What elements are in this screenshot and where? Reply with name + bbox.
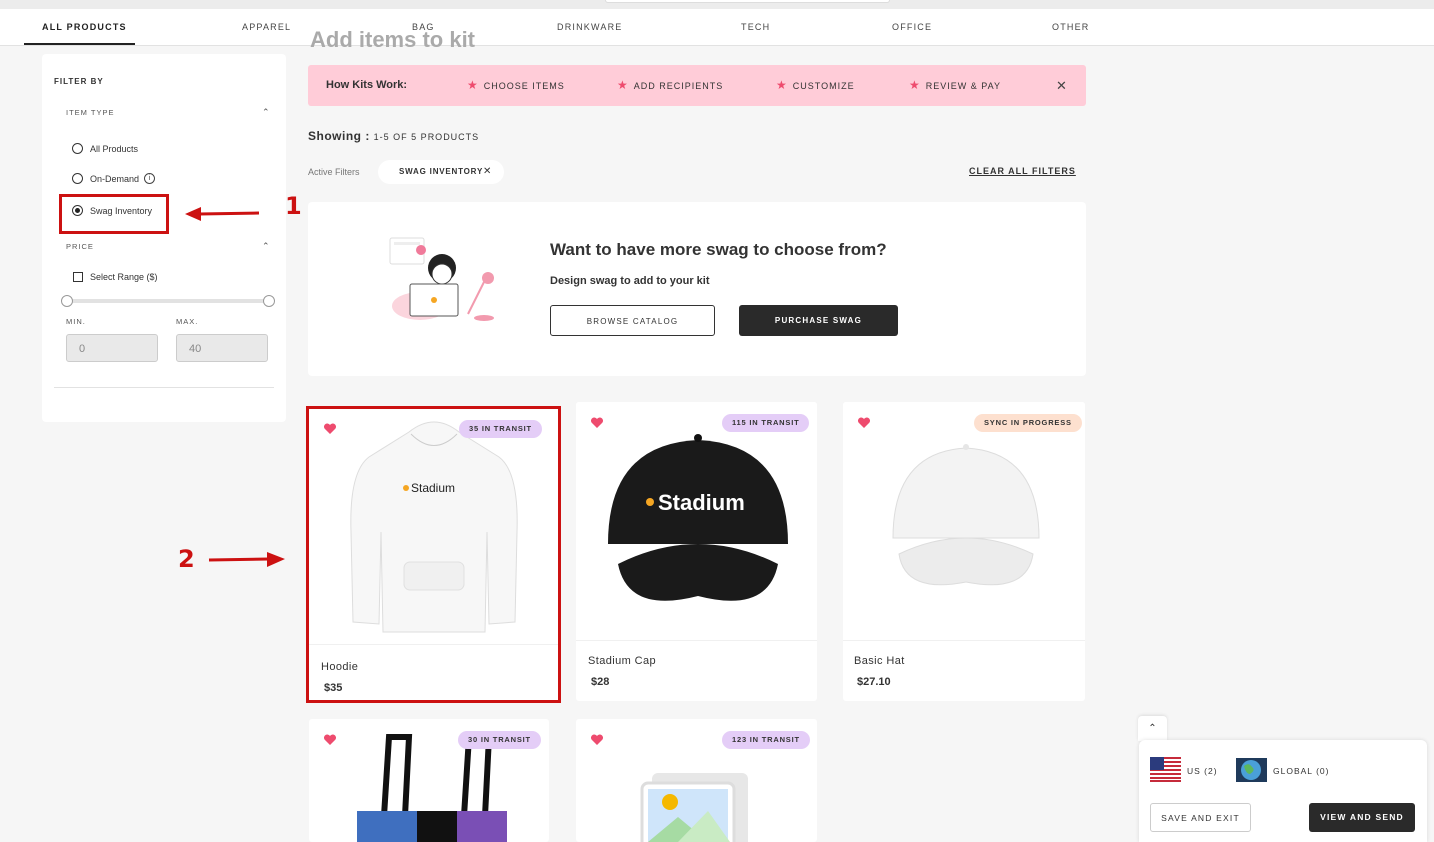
heart-icon[interactable]: [590, 416, 604, 430]
clear-all-filters-link[interactable]: CLEAR ALL FILTERS: [969, 166, 1076, 176]
status-badge: 30 IN TRANSIT: [458, 731, 541, 749]
tab-apparel[interactable]: APPAREL: [242, 9, 291, 45]
product-card-placeholder[interactable]: 123 IN TRANSIT: [576, 719, 817, 842]
select-range-checkbox[interactable]: [73, 272, 83, 282]
cap-image: Stadium: [608, 434, 788, 601]
globe-icon: [1236, 758, 1267, 782]
annotation-arrow-left: [185, 207, 260, 221]
star-icon: ★: [776, 78, 788, 92]
close-icon[interactable]: ✕: [1056, 65, 1067, 106]
price-slider-track[interactable]: [66, 299, 268, 303]
promo-illustration: [389, 237, 494, 321]
status-badge: 115 IN TRANSIT: [722, 414, 810, 432]
how-kits-work-banner: How Kits Work: ★ CHOOSE ITEMS ★ ADD RECIPI…: [308, 65, 1086, 106]
radio-all-products[interactable]: [72, 143, 83, 154]
product-card-tote[interactable]: 30 IN TRANSIT: [309, 719, 549, 842]
info-icon[interactable]: i: [144, 173, 155, 184]
star-icon: ★: [617, 78, 629, 92]
global-recipients-count[interactable]: GLOBAL (0): [1273, 766, 1329, 776]
view-and-send-button[interactable]: VIEW AND SEND: [1309, 803, 1415, 832]
kit-step-review-pay: ★ REVIEW & PAY: [909, 78, 1001, 92]
status-badge: SYNC IN PROGRESS: [974, 414, 1082, 432]
heart-icon[interactable]: [323, 733, 337, 747]
option-all-products-label[interactable]: All Products: [90, 144, 138, 154]
annotation-number-2: 2: [178, 545, 195, 573]
hat-image: [892, 444, 1040, 586]
kit-step-add-recipients: ★ ADD RECIPIENTS: [617, 78, 724, 92]
filter-by-heading: FILTER BY: [54, 77, 104, 86]
kit-step-choose-items: ★ CHOOSE ITEMS: [467, 78, 565, 92]
chevron-up-icon[interactable]: ⌃: [1138, 716, 1167, 741]
radio-on-demand[interactable]: [72, 173, 83, 184]
product-name: Stadium Cap: [588, 655, 656, 667]
max-label: MAX.: [176, 317, 199, 326]
min-label: MIN.: [66, 317, 86, 326]
product-price: $28: [591, 676, 610, 688]
active-filter-chip[interactable]: SWAG INVENTORY ✕: [378, 160, 504, 184]
save-and-exit-button[interactable]: SAVE AND EXIT: [1150, 803, 1251, 832]
annotation-number-1: 1: [285, 192, 302, 220]
active-tab-underline: [24, 43, 135, 45]
promo-title: Want to have more swag to choose from?: [550, 240, 887, 259]
more-swag-promo: Want to have more swag to choose from? D…: [308, 202, 1086, 376]
annotation-arrow-right: [208, 552, 285, 567]
min-price-input[interactable]: 0: [66, 334, 158, 362]
chevron-up-icon[interactable]: ⌃: [262, 107, 270, 118]
sidebar-divider: [54, 387, 274, 388]
image-placeholder-icon: [640, 773, 748, 842]
top-search-edge: [605, 0, 890, 3]
max-price-input[interactable]: 40: [176, 334, 268, 362]
browse-catalog-button[interactable]: BROWSE CATALOG: [550, 305, 715, 336]
star-icon: ★: [467, 78, 479, 92]
us-flag-icon: [1150, 757, 1181, 782]
price-heading[interactable]: PRICE: [66, 242, 94, 251]
product-image: Stadium: [576, 402, 817, 641]
active-filters-label: Active Filters: [308, 167, 360, 177]
tab-other[interactable]: OTHER: [1052, 9, 1090, 45]
cap-logo-text: Stadium: [658, 490, 745, 515]
top-strip: [0, 0, 1434, 9]
remove-filter-icon[interactable]: ✕: [483, 160, 492, 184]
price-slider-max-handle[interactable]: [263, 295, 275, 307]
results-count: Showing : 1-5 OF 5 PRODUCTS: [308, 129, 480, 143]
promo-subtitle: Design swag to add to your kit: [550, 275, 710, 287]
tab-drinkware[interactable]: DRINKWARE: [557, 9, 622, 45]
price-slider-min-handle[interactable]: [61, 295, 73, 307]
annotation-highlight-swag-inventory: [59, 194, 169, 234]
tab-tech[interactable]: TECH: [741, 9, 770, 45]
option-on-demand-label[interactable]: On-Demand: [90, 174, 139, 184]
star-icon: ★: [909, 78, 921, 92]
product-image: [843, 402, 1085, 641]
kit-step-customize: ★ CUSTOMIZE: [776, 78, 855, 92]
heart-icon[interactable]: [857, 416, 871, 430]
how-kits-work-title: How Kits Work:: [326, 79, 408, 91]
tab-office[interactable]: OFFICE: [892, 9, 932, 45]
chevron-up-icon[interactable]: ⌃: [262, 241, 270, 252]
heart-icon[interactable]: [590, 733, 604, 747]
product-name: Basic Hat: [854, 655, 905, 667]
tab-all-products[interactable]: ALL PRODUCTS: [42, 9, 127, 45]
product-card-basic-hat[interactable]: SYNC IN PROGRESS Basic Hat $27.10: [843, 402, 1085, 701]
annotation-highlight-hoodie: [306, 406, 561, 703]
product-card-stadium-cap[interactable]: Stadium 115 IN TRANSIT Stadium Cap $28: [576, 402, 817, 701]
page-title: Add items to kit: [310, 27, 476, 47]
select-range-label[interactable]: Select Range ($): [90, 272, 158, 282]
status-badge: 123 IN TRANSIT: [722, 731, 810, 749]
purchase-swag-button[interactable]: PURCHASE SWAG: [739, 305, 898, 336]
category-tab-bar: ALL PRODUCTS APPAREL BAG DRINKWARE TECH …: [0, 9, 1434, 46]
item-type-heading[interactable]: ITEM TYPE: [66, 108, 114, 117]
us-recipients-count[interactable]: US (2): [1187, 766, 1218, 776]
product-price: $27.10: [857, 676, 891, 688]
